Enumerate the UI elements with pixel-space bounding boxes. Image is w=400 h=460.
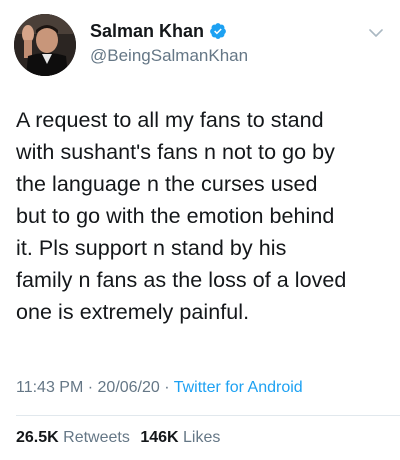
stats-divider xyxy=(16,415,400,416)
tweet-meta: 11:43 PM · 20/06/20 · Twitter for Androi… xyxy=(16,378,303,398)
tweet-source-link[interactable]: Twitter for Android xyxy=(174,379,303,396)
author-display-name[interactable]: Salman Khan xyxy=(90,20,204,42)
meta-separator: · xyxy=(83,379,98,396)
author-name-row[interactable]: Salman Khan xyxy=(90,20,227,42)
tweet-time[interactable]: 11:43 PM xyxy=(16,379,83,396)
profile-avatar[interactable] xyxy=(14,14,76,76)
tweet-date[interactable]: 20/06/20 xyxy=(98,379,160,396)
meta-separator: · xyxy=(159,379,174,396)
likes-label: Likes xyxy=(183,429,221,446)
likes-count: 146K xyxy=(140,429,179,446)
tweet-card: Salman Khan @BeingSalmanKhan A request t… xyxy=(0,0,400,460)
author-handle[interactable]: @BeingSalmanKhan xyxy=(90,46,248,66)
retweets-count: 26.5K xyxy=(16,429,59,446)
retweets-stat[interactable]: 26.5K Retweets xyxy=(16,429,130,446)
avatar-image xyxy=(14,14,76,76)
likes-stat[interactable]: 146K Likes xyxy=(140,429,220,446)
tweet-text: A request to all my fans to stand with s… xyxy=(16,108,347,324)
retweets-label: Retweets xyxy=(63,429,130,446)
verified-badge-icon xyxy=(209,22,227,40)
tweet-stats: 26.5K Retweets 146K Likes xyxy=(16,428,226,448)
chevron-down-icon[interactable] xyxy=(368,26,384,38)
